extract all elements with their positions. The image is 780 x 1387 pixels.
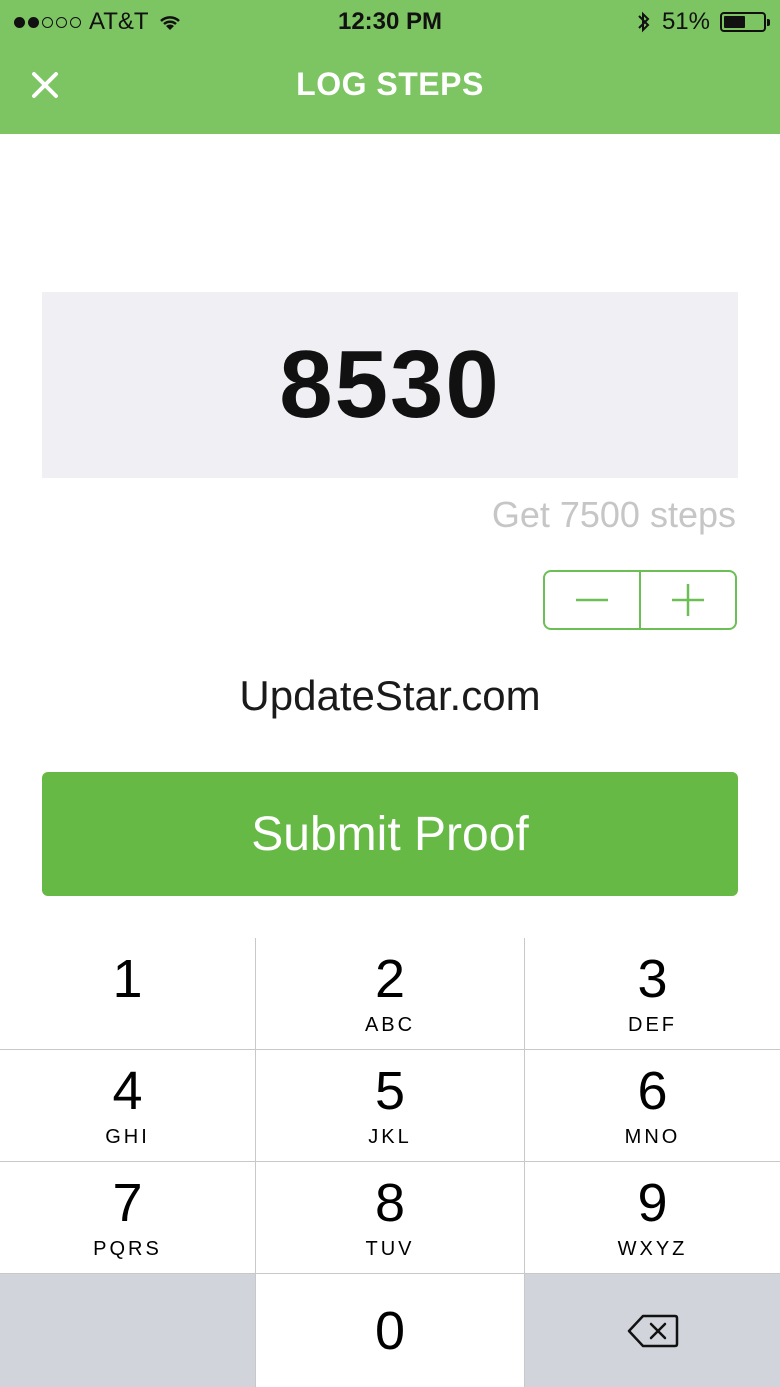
key-1[interactable]: 1 bbox=[0, 938, 256, 1050]
battery-icon bbox=[720, 12, 770, 32]
minus-icon bbox=[576, 598, 608, 602]
key-4[interactable]: 4 GHI bbox=[0, 1050, 256, 1162]
submit-proof-button[interactable]: Submit Proof bbox=[42, 772, 738, 896]
decrement-button[interactable] bbox=[545, 572, 639, 628]
key-letters: WXYZ bbox=[617, 1237, 688, 1260]
key-letters: JKL bbox=[368, 1125, 412, 1148]
key-letters: PQRS bbox=[93, 1237, 162, 1260]
key-digit: 9 bbox=[637, 1172, 668, 1233]
status-right: 51% bbox=[636, 8, 770, 36]
key-digit: 6 bbox=[637, 1060, 668, 1121]
key-digit: 0 bbox=[374, 1300, 406, 1361]
key-letters: TUV bbox=[365, 1237, 415, 1260]
key-0[interactable]: 0 bbox=[256, 1274, 525, 1387]
status-bar: AT&T 12:30 PM 51% bbox=[0, 0, 780, 44]
key-letters: MNO bbox=[624, 1125, 681, 1148]
key-digit: 5 bbox=[374, 1060, 406, 1121]
numeric-keypad: 1 2 ABC 3 DEF 4 GHI 5 JKL 6 MNO 7 PQRS 8… bbox=[0, 938, 780, 1387]
steps-input[interactable]: 8530 bbox=[42, 292, 738, 478]
key-5[interactable]: 5 JKL bbox=[256, 1050, 525, 1162]
backspace-icon bbox=[627, 1314, 678, 1347]
key-2[interactable]: 2 ABC bbox=[256, 938, 525, 1050]
bluetooth-icon bbox=[638, 11, 650, 33]
increment-button[interactable] bbox=[641, 572, 735, 628]
key-3[interactable]: 3 DEF bbox=[525, 938, 780, 1050]
key-digit: 2 bbox=[374, 948, 406, 1009]
key-9[interactable]: 9 WXYZ bbox=[525, 1162, 780, 1274]
delete-button[interactable] bbox=[525, 1274, 780, 1387]
key-letters: GHI bbox=[105, 1125, 150, 1148]
plus-icon bbox=[672, 584, 704, 616]
key-blank bbox=[0, 1274, 256, 1387]
key-6[interactable]: 6 MNO bbox=[525, 1050, 780, 1162]
key-digit: 8 bbox=[374, 1172, 406, 1233]
steps-value: 8530 bbox=[279, 331, 501, 438]
key-digit: 1 bbox=[112, 948, 143, 1009]
page-title: LOG STEPS bbox=[296, 66, 484, 102]
steps-stepper bbox=[543, 570, 737, 630]
key-digit: 7 bbox=[112, 1172, 143, 1233]
key-7[interactable]: 7 PQRS bbox=[0, 1162, 256, 1274]
header-bar: AT&T 12:30 PM 51% LOG STEPS bbox=[0, 0, 780, 134]
key-letters: ABC bbox=[364, 1013, 416, 1036]
key-letters: DEF bbox=[628, 1013, 677, 1036]
key-digit: 4 bbox=[112, 1060, 143, 1121]
key-digit: 3 bbox=[637, 948, 668, 1009]
battery-percent: 51% bbox=[661, 8, 710, 35]
goal-hint: Get 7500 steps bbox=[491, 494, 736, 535]
watermark-text: UpdateStar.com bbox=[239, 672, 541, 719]
key-8[interactable]: 8 TUV bbox=[256, 1162, 525, 1274]
